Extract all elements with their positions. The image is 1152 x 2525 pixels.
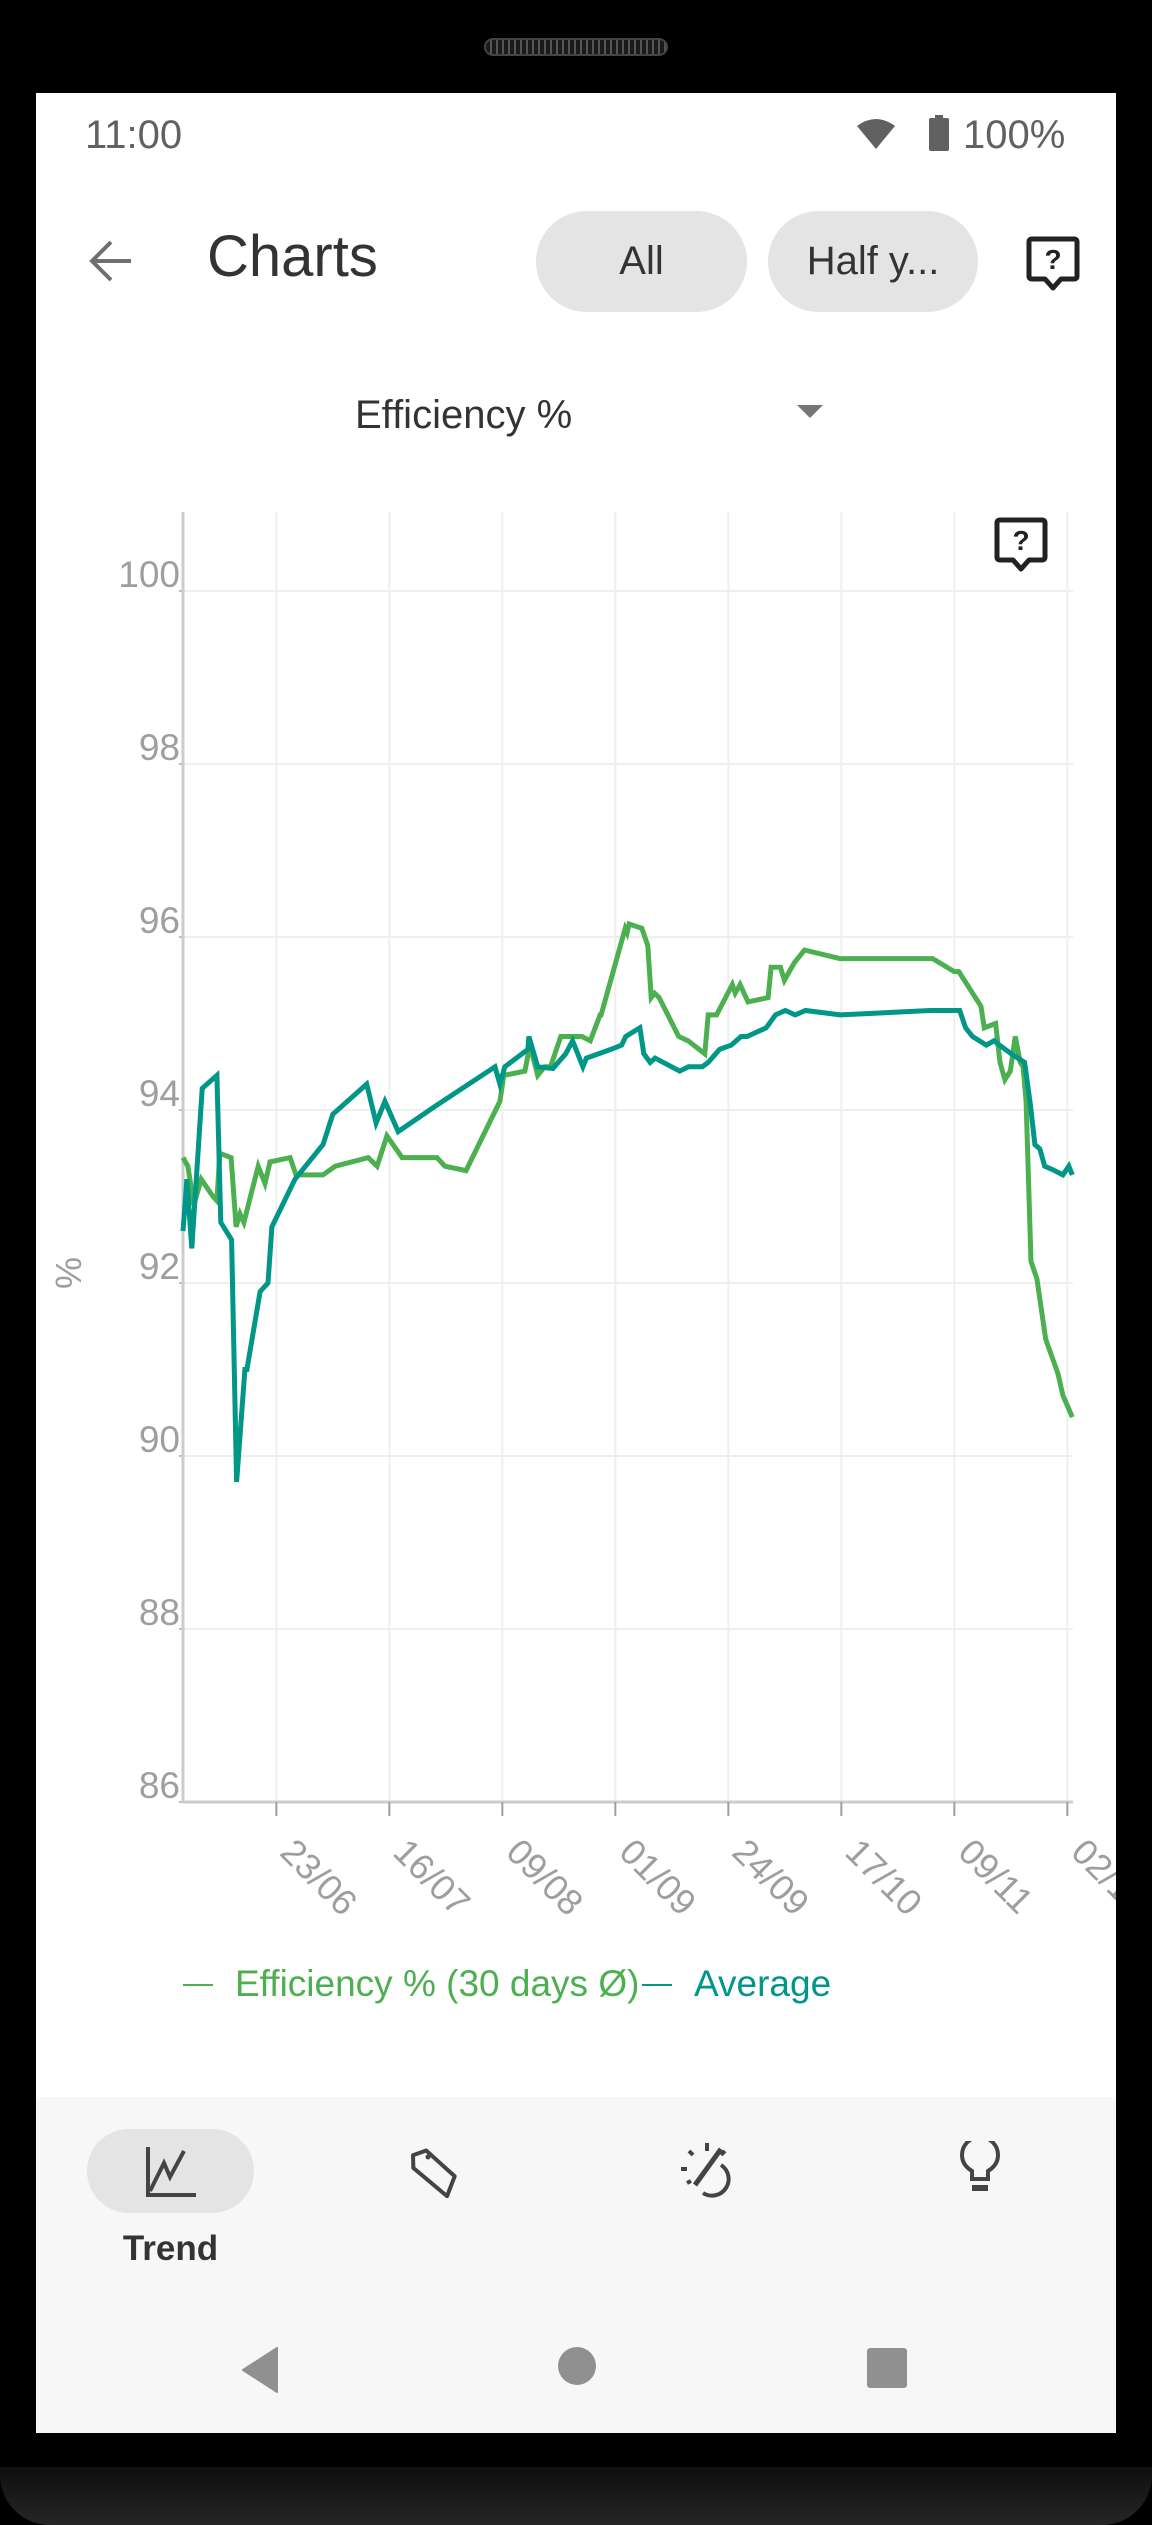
y-tick-label: 86 bbox=[139, 1765, 180, 1806]
back-triangle-icon[interactable] bbox=[241, 2347, 279, 2393]
trend-chart-icon bbox=[146, 2147, 196, 2197]
x-tick-label: 02/12 bbox=[1064, 1831, 1116, 1924]
efficiency-line-chart: 86 88 90 92 94 96 98 100 23/06 16/07 09/08 01/09 24… bbox=[48, 512, 1116, 1924]
speaker-grille bbox=[484, 38, 668, 56]
average-series-line bbox=[180, 1007, 1075, 1483]
x-tick-label: 16/07 bbox=[386, 1831, 479, 1924]
day-night-icon[interactable] bbox=[677, 2141, 737, 2201]
x-tick-label: 23/06 bbox=[273, 1831, 366, 1924]
efficiency-series-line bbox=[180, 920, 1075, 1419]
home-circle-icon[interactable] bbox=[557, 2346, 597, 2386]
nav-item-trend-label: Trend bbox=[122, 2229, 219, 2268]
x-tick-label: 09/08 bbox=[499, 1831, 592, 1924]
x-tick-label: 24/09 bbox=[725, 1831, 818, 1924]
screen: 11:00 100% Charts All Half y... ? Effici… bbox=[36, 93, 1116, 2433]
y-tick-label: 98 bbox=[139, 727, 180, 768]
chart-legend: Efficiency % (30 days Ø) Average bbox=[36, 1959, 1116, 2009]
legend-marker-efficiency bbox=[183, 1984, 213, 1986]
device-chin bbox=[0, 2467, 1152, 2525]
y-tick-label: 90 bbox=[139, 1419, 180, 1460]
y-tick-label: 88 bbox=[139, 1592, 180, 1633]
x-tick-label: 01/09 bbox=[612, 1831, 705, 1924]
y-tick-label: 96 bbox=[139, 900, 180, 941]
legend-marker-average bbox=[642, 1984, 672, 1986]
bottom-navigation: Trend bbox=[36, 2097, 1116, 2433]
y-tick-label: 92 bbox=[139, 1246, 180, 1287]
y-axis-label: % bbox=[48, 1257, 89, 1289]
x-tick-label: 09/11 bbox=[951, 1831, 1042, 1922]
legend-label-average: Average bbox=[694, 1963, 832, 2004]
lightbulb-icon[interactable] bbox=[950, 2141, 1010, 2201]
tag-icon[interactable] bbox=[410, 2141, 470, 2201]
y-tick-label: 94 bbox=[139, 1073, 180, 1114]
y-tick-label: 100 bbox=[118, 554, 180, 595]
nav-item-trend[interactable] bbox=[87, 2129, 254, 2213]
svg-text:?: ? bbox=[1012, 525, 1029, 556]
recents-square-icon[interactable] bbox=[867, 2348, 907, 2388]
x-tick-label: 17/10 bbox=[838, 1831, 931, 1924]
chart-help-icon[interactable]: ? bbox=[994, 517, 1048, 577]
legend-label-efficiency: Efficiency % (30 days Ø) bbox=[235, 1963, 640, 2004]
